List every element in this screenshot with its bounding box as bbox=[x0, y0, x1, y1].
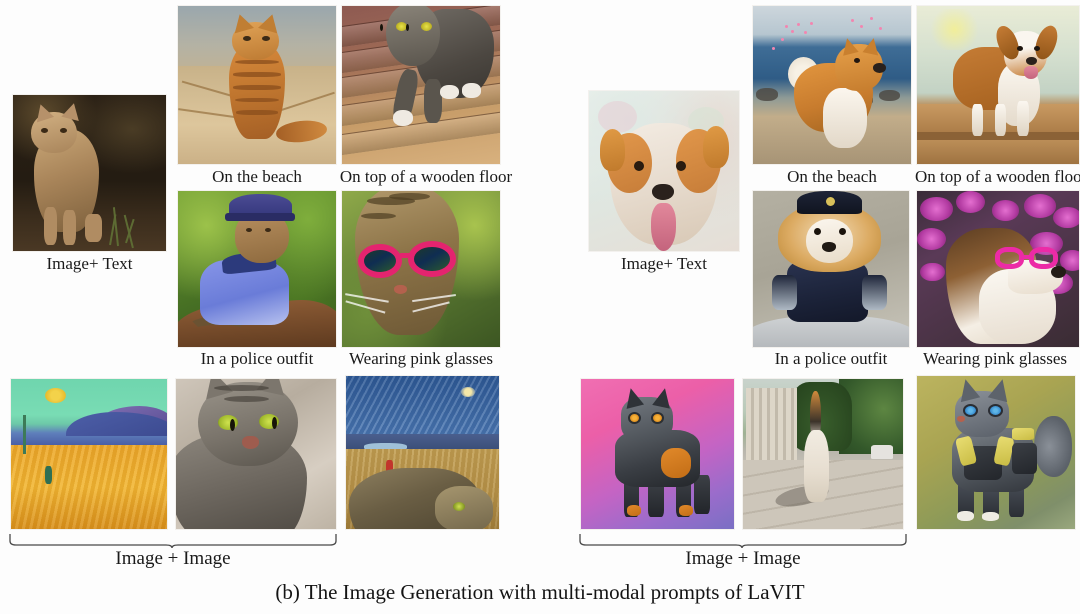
prompt-label-cat-pink-glasses: Wearing pink glasses bbox=[348, 349, 494, 368]
prompt-label-dog-beach: On the beach bbox=[787, 167, 877, 186]
prompt-label-cat-wooden-floor: On top of a wooden floor bbox=[339, 167, 513, 186]
composition-brace-right bbox=[578, 533, 908, 549]
source-image-dog bbox=[588, 90, 740, 252]
generated-image-dog-beach bbox=[752, 5, 912, 165]
scene-cat-beach bbox=[178, 6, 336, 164]
scene-source-cat bbox=[13, 95, 166, 251]
scene-dog-beach bbox=[753, 6, 911, 164]
source-image-cat bbox=[12, 94, 167, 252]
generated-image-dog-wooden-floor bbox=[916, 5, 1080, 165]
prompt-label-dog-pink-glasses: Wearing pink glasses bbox=[922, 349, 1068, 368]
composition-output-armored-cat bbox=[916, 375, 1076, 530]
composition-input-vangogh-wheatfield bbox=[10, 378, 168, 530]
generated-image-dog-pink-glasses bbox=[916, 190, 1080, 348]
generated-image-cat-pink-glasses bbox=[341, 190, 501, 348]
prompt-label-cat-police: In a police outfit bbox=[200, 349, 314, 368]
source-label-cat: Image+ Text bbox=[46, 254, 133, 273]
generated-image-cat-police bbox=[177, 190, 337, 348]
scene-vangogh-wheatfield bbox=[11, 379, 167, 529]
composition-input-calico-cat-photo bbox=[742, 378, 904, 530]
scene-calico-cat-photo bbox=[743, 379, 903, 529]
scene-armored-cat bbox=[917, 376, 1075, 529]
prompt-label-dog-police: In a police outfit bbox=[774, 349, 888, 368]
scene-tabby-cat-photo bbox=[176, 379, 336, 529]
generated-image-cat-wooden-floor bbox=[341, 5, 501, 165]
composition-input-armored-dog bbox=[580, 378, 735, 530]
scene-dog-wooden-floor bbox=[917, 6, 1079, 164]
scene-cat-wooden-floor bbox=[342, 6, 500, 164]
source-label-dog: Image+ Text bbox=[621, 254, 707, 273]
composition-label-right: Image + Image bbox=[685, 548, 801, 569]
prompt-label-cat-beach: On the beach bbox=[212, 167, 302, 186]
scene-source-dog bbox=[589, 91, 739, 251]
scene-armored-dog bbox=[581, 379, 734, 529]
prompt-label-dog-wooden-floor: On top of a wooden floor bbox=[915, 167, 1080, 186]
scene-cat-pink-glasses bbox=[342, 191, 500, 347]
generated-image-cat-beach bbox=[177, 5, 337, 165]
scene-dog-police bbox=[753, 191, 909, 347]
composition-brace-left bbox=[8, 533, 338, 549]
composition-input-tabby-cat-photo bbox=[175, 378, 337, 530]
generated-image-dog-police bbox=[752, 190, 910, 348]
scene-dog-pink-glasses bbox=[917, 191, 1079, 347]
figure-root: Image+ Text On the beach On top of a woo… bbox=[0, 0, 1080, 614]
scene-vangogh-cat bbox=[346, 376, 499, 529]
scene-cat-police bbox=[178, 191, 336, 347]
composition-output-vangogh-cat bbox=[345, 375, 500, 530]
figure-caption: (b) The Image Generation with multi-moda… bbox=[275, 580, 805, 604]
composition-label-left: Image + Image bbox=[115, 548, 231, 569]
